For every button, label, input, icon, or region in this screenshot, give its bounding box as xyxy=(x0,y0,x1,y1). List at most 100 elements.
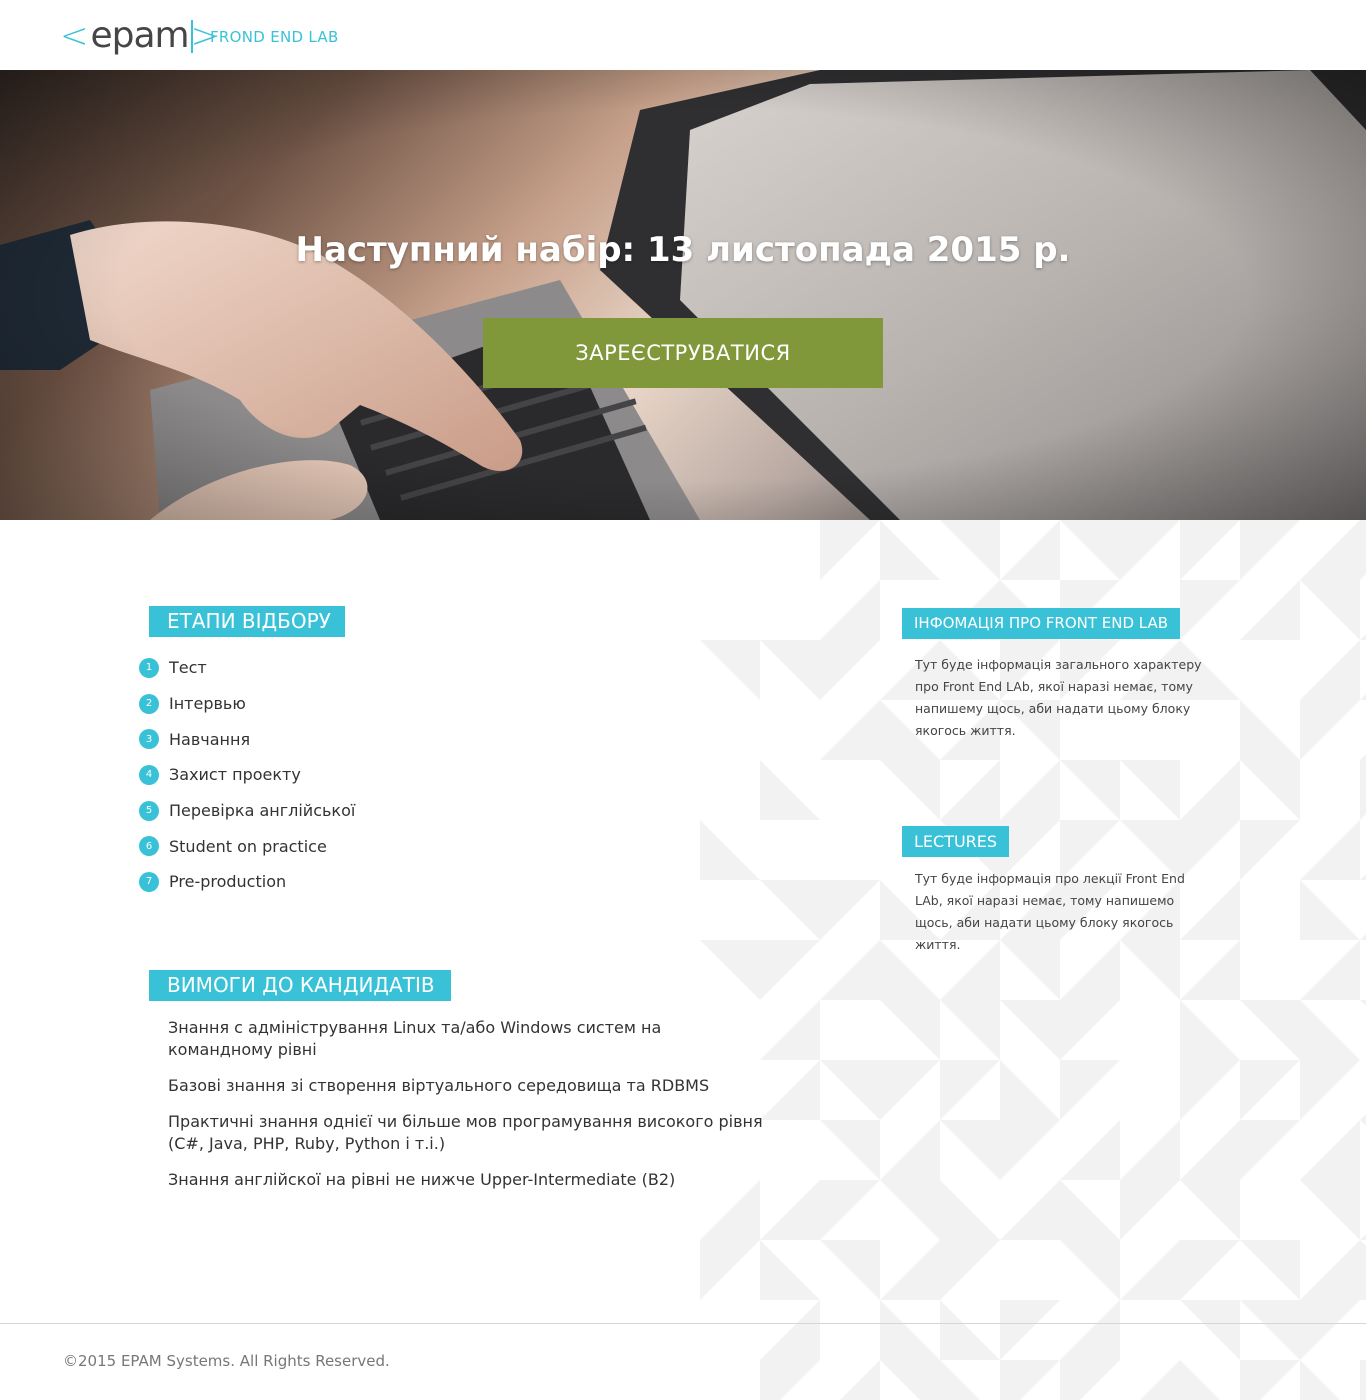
pattern-triangle xyxy=(1300,580,1360,640)
pattern-triangle xyxy=(1240,820,1300,880)
pattern-triangle xyxy=(760,640,820,700)
pattern-triangle xyxy=(700,820,760,880)
pattern-triangle xyxy=(1240,520,1300,580)
step-number-badge: 3 xyxy=(139,729,159,750)
step-number-badge: 1 xyxy=(139,657,159,678)
lectures-heading: LECTURES xyxy=(902,826,1010,857)
pattern-triangle xyxy=(1300,1060,1360,1120)
pattern-triangle xyxy=(1360,934,1366,940)
pattern-triangle xyxy=(1180,1240,1240,1300)
pattern-triangle xyxy=(1180,1180,1240,1240)
pattern-triangle xyxy=(1000,1060,1060,1120)
pattern-triangle xyxy=(760,1180,820,1240)
requirements-heading: ВИМОГИ ДО КАНДИДАТІВ xyxy=(149,970,451,1001)
pattern-triangle xyxy=(820,520,880,580)
footer-divider xyxy=(0,1323,1366,1324)
pattern-triangle xyxy=(1300,880,1360,940)
step-label: Перевірка англійської xyxy=(169,801,356,821)
pattern-triangle xyxy=(1360,1360,1366,1400)
copyright-text: ©2015 EPAM Systems. All Rights Reserved. xyxy=(63,1352,390,1370)
list-item: 4 Захист проекту xyxy=(139,757,355,793)
list-item: 3 Навчання xyxy=(139,721,355,757)
pattern-triangle xyxy=(940,1360,980,1400)
pattern-triangle xyxy=(940,1300,1000,1360)
pattern-triangle xyxy=(760,940,820,1000)
pattern-triangle xyxy=(1240,1300,1300,1360)
pattern-triangle xyxy=(1060,1120,1120,1180)
pattern-triangle xyxy=(1240,1120,1300,1180)
epam-logo[interactable]: < epam > xyxy=(60,14,219,58)
list-item: 1 Тест xyxy=(139,650,355,686)
step-number-badge: 7 xyxy=(139,871,159,892)
pattern-triangle xyxy=(760,880,820,940)
pattern-triangle xyxy=(1300,700,1360,760)
pattern-triangle xyxy=(1000,1120,1060,1180)
pattern-triangle xyxy=(1180,580,1240,640)
pattern-triangle xyxy=(1240,1240,1300,1300)
pattern-triangle xyxy=(820,1240,880,1300)
logo-left-bracket: < xyxy=(60,16,89,56)
step-number-badge: 5 xyxy=(139,800,159,821)
pattern-triangle xyxy=(880,1360,940,1400)
site-header: < epam > FROND END LAB xyxy=(0,0,1366,70)
pattern-triangle xyxy=(1240,1060,1300,1120)
pattern-triangle xyxy=(820,1120,880,1180)
pattern-triangle xyxy=(1060,1240,1120,1300)
pattern-triangle xyxy=(820,700,880,760)
triangle-pattern-background xyxy=(700,520,1366,1400)
step-label: Інтервью xyxy=(169,694,246,714)
list-item: 2 Інтервью xyxy=(139,686,355,722)
pattern-triangle xyxy=(880,1000,940,1060)
pattern-triangle xyxy=(940,1060,1000,1120)
step-number-badge: 4 xyxy=(139,764,159,785)
pattern-triangle xyxy=(1060,520,1120,580)
pattern-triangle xyxy=(1240,580,1300,640)
pattern-triangle xyxy=(940,760,1000,820)
list-item: Практичні знання однієї чи більше мов пр… xyxy=(168,1112,763,1153)
pattern-triangle xyxy=(1360,694,1366,700)
pattern-triangle xyxy=(880,760,940,820)
pattern-triangle xyxy=(1360,520,1366,580)
pattern-triangle xyxy=(1300,520,1360,580)
pattern-triangle xyxy=(940,1000,1000,1060)
pattern-triangle xyxy=(1300,640,1360,700)
hero-title: Наступний набір: 13 листопада 2015 р. xyxy=(295,230,1071,270)
list-item: 5 Перевірка англійської xyxy=(139,793,355,829)
lectures-text: Тут буде інформація про лекції Front End… xyxy=(915,871,1185,952)
list-item: Базові знання зі створення віртуального … xyxy=(168,1076,710,1095)
pattern-triangle xyxy=(1120,1240,1180,1300)
pattern-triangle xyxy=(880,1060,940,1120)
pattern-triangle xyxy=(1300,1180,1360,1240)
pattern-triangle xyxy=(1360,1000,1366,1006)
pattern-triangle xyxy=(760,1240,820,1300)
stages-list: 1 Тест 2 Інтервью 3 Навчання 4 Захист проект… xyxy=(139,650,355,900)
pattern-triangle xyxy=(760,1000,820,1060)
pattern-triangle xyxy=(1140,1360,1180,1400)
pattern-triangle xyxy=(1300,1240,1360,1300)
step-label: Student on practice xyxy=(169,836,327,856)
pattern-triangle xyxy=(700,1240,760,1300)
pattern-triangle xyxy=(1060,1000,1120,1060)
header-divider xyxy=(191,20,193,53)
pattern-triangle xyxy=(1300,1120,1360,1180)
pattern-triangle xyxy=(1060,1180,1120,1240)
pattern-triangle xyxy=(940,1180,1000,1240)
pattern-triangle xyxy=(760,1360,820,1400)
register-button[interactable]: ЗАРЕЄСТРУВАТИСЯ xyxy=(483,318,883,388)
pattern-triangle xyxy=(1060,1300,1120,1360)
pattern-triangle xyxy=(820,580,880,640)
pattern-triangle xyxy=(1180,1360,1220,1400)
logo-text: epam xyxy=(90,15,190,56)
pattern-triangle xyxy=(1360,634,1366,640)
pattern-triangle xyxy=(840,1360,880,1400)
step-label: Захист проекту xyxy=(169,765,301,785)
pattern-triangle xyxy=(1120,760,1180,820)
pattern-triangle xyxy=(940,520,1000,580)
pattern-triangle xyxy=(1360,874,1366,880)
pattern-triangle xyxy=(1180,1060,1240,1120)
list-item: Знання англійскої на рівні не нижче Uppe… xyxy=(168,1170,676,1189)
step-label: Pre-production xyxy=(169,872,287,892)
pattern-triangle xyxy=(1060,760,1120,820)
pattern-triangle xyxy=(1000,1000,1060,1060)
pattern-triangle xyxy=(1180,520,1240,580)
